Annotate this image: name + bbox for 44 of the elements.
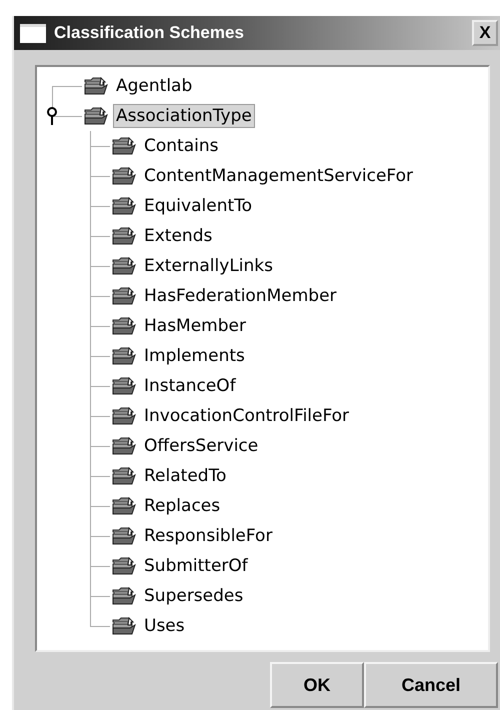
- tree-item[interactable]: ExternallyLinks: [141, 254, 276, 278]
- folder-icon: [112, 586, 137, 606]
- tree-item[interactable]: AssociationType: [113, 104, 255, 128]
- ok-button[interactable]: OK: [270, 662, 364, 708]
- folder-icon: [112, 196, 137, 216]
- folder-icon: [112, 406, 137, 426]
- folder-icon: [112, 316, 137, 336]
- folder-icon: [112, 616, 137, 636]
- tree-item[interactable]: Extends: [141, 224, 216, 248]
- tree-item[interactable]: Contains: [141, 134, 222, 158]
- cancel-button[interactable]: Cancel: [364, 662, 498, 708]
- tree-item[interactable]: RelatedTo: [141, 464, 230, 488]
- tree-item[interactable]: SubmitterOf: [141, 554, 251, 578]
- folder-icon: [112, 376, 137, 396]
- folder-icon: [112, 256, 137, 276]
- tree-item[interactable]: Agentlab: [113, 74, 196, 98]
- tree-item[interactable]: InvocationControlFileFor: [141, 404, 352, 428]
- folder-icon: [112, 346, 137, 366]
- tree-item[interactable]: EquivalentTo: [141, 194, 256, 218]
- folder-icon: [112, 286, 137, 306]
- tree-item[interactable]: OffersService: [141, 434, 262, 458]
- tree-item[interactable]: ResponsibleFor: [141, 524, 276, 548]
- folder-icon: [112, 136, 137, 156]
- expand-handle-icon[interactable]: [46, 107, 58, 125]
- window-title: Classification Schemes: [54, 22, 245, 44]
- folder-icon: [112, 436, 137, 456]
- tree-item[interactable]: Implements: [141, 344, 248, 368]
- folder-icon: [112, 166, 137, 186]
- tree-item[interactable]: Replaces: [141, 494, 224, 518]
- folder-icon: [112, 496, 137, 516]
- tree-item[interactable]: ContentManagementServiceFor: [141, 164, 416, 188]
- folder-icon: [112, 526, 137, 546]
- tree-item[interactable]: HasFederationMember: [141, 284, 340, 308]
- tree-item[interactable]: HasMember: [141, 314, 249, 338]
- folder-icon: [112, 226, 137, 246]
- tree-item[interactable]: Uses: [141, 614, 188, 638]
- close-button[interactable]: X: [472, 20, 498, 46]
- folder-icon: [84, 106, 109, 126]
- tree-item[interactable]: InstanceOf: [141, 374, 239, 398]
- folder-icon: [112, 556, 137, 576]
- window-icon: [20, 24, 46, 42]
- folder-icon: [112, 466, 137, 486]
- folder-icon: [84, 76, 109, 96]
- tree-item[interactable]: Supersedes: [141, 584, 246, 608]
